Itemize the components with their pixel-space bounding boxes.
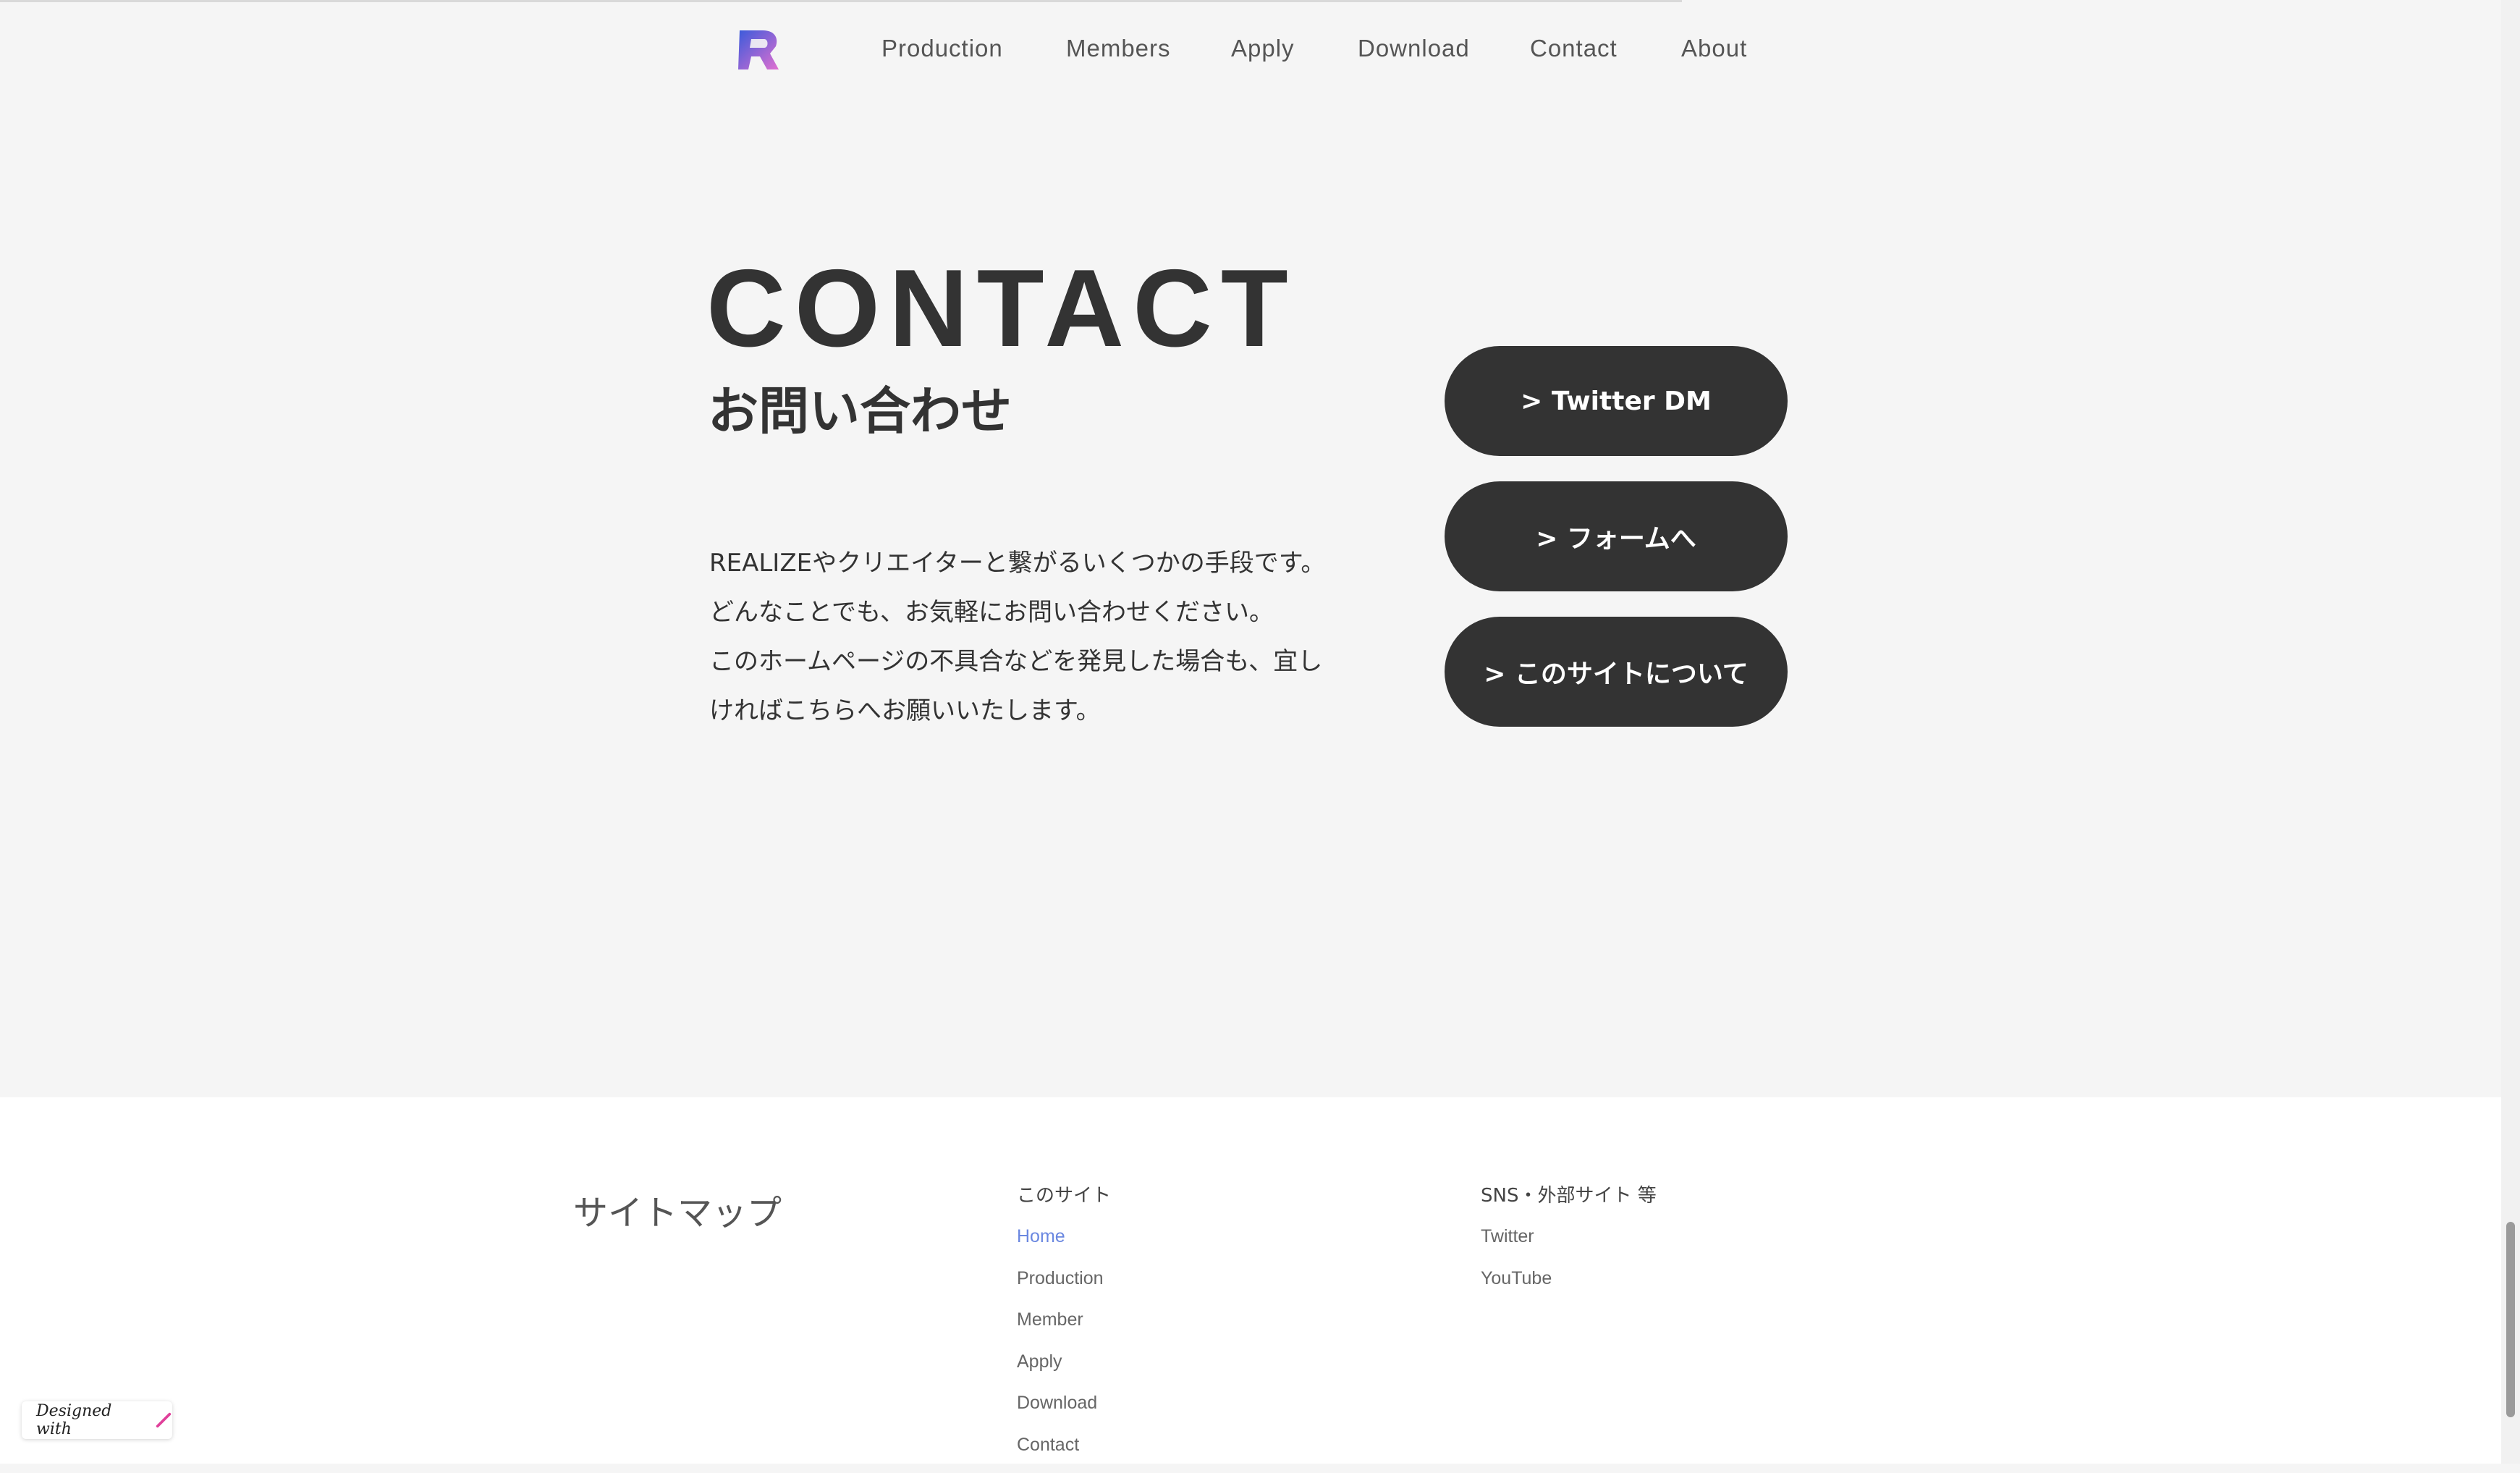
page-subtitle: お問い合わせ	[708, 384, 1012, 439]
footer-link-youtube[interactable]: YouTube	[1481, 1265, 1657, 1307]
badge-label: Designed with	[36, 1402, 143, 1438]
footer: サイトマップ このサイト Home Production Member Appl…	[0, 1097, 2501, 1464]
designed-with-badge[interactable]: Designed with	[22, 1401, 172, 1439]
nav-contact[interactable]: Contact	[1530, 35, 1618, 62]
footer-link-contact[interactable]: Contact	[1017, 1432, 1111, 1473]
footer-sns-column: SNS・外部サイト 等 Twitter YouTube	[1481, 1183, 1657, 1307]
footer-sns-heading: SNS・外部サイト 等	[1481, 1183, 1657, 1209]
nav-members[interactable]: Members	[1066, 35, 1171, 62]
footer-link-download[interactable]: Download	[1017, 1390, 1111, 1432]
sitemap-title: サイトマップ	[573, 1184, 782, 1235]
footer-link-production[interactable]: Production	[1017, 1265, 1111, 1307]
main-nav: Production Members Apply Download Contac…	[0, 35, 2504, 67]
page-scrollbar[interactable]	[2501, 0, 2520, 1464]
nav-apply[interactable]: Apply	[1231, 35, 1295, 62]
nav-download[interactable]: Download	[1358, 35, 1470, 62]
scrollbar-thumb[interactable]	[2506, 1222, 2515, 1417]
description-line: どんなことでも、お気軽にお問い合わせください。	[709, 588, 1361, 637]
footer-link-member[interactable]: Member	[1017, 1307, 1111, 1349]
about-site-button[interactable]: > このサイトについて	[1445, 617, 1788, 727]
description-line: REALIZEやクリエイターと繋がるいくつかの手段です。	[709, 539, 1361, 588]
description-line: ければこちらへお願いいたします。	[709, 686, 1361, 735]
footer-link-apply[interactable]: Apply	[1017, 1349, 1111, 1390]
contact-description: REALIZEやクリエイターと繋がるいくつかの手段です。 どんなことでも、お気軽…	[709, 539, 1361, 735]
footer-site-column: このサイト Home Production Member Apply Downl…	[1017, 1183, 1111, 1473]
twitter-dm-button[interactable]: > Twitter DM	[1445, 346, 1788, 456]
page-title: CONTACT	[706, 253, 1297, 363]
nav-production[interactable]: Production	[881, 35, 1003, 62]
description-line: このホームページの不具合などを発見した場合も、宜し	[709, 637, 1361, 686]
top-border	[0, 0, 1682, 2]
footer-link-twitter[interactable]: Twitter	[1481, 1223, 1657, 1265]
form-button[interactable]: > フォームへ	[1445, 481, 1788, 591]
footer-site-heading: このサイト	[1017, 1183, 1111, 1209]
footer-link-home[interactable]: Home	[1017, 1223, 1111, 1265]
nav-about[interactable]: About	[1681, 35, 1747, 62]
pen-icon	[155, 1411, 172, 1430]
